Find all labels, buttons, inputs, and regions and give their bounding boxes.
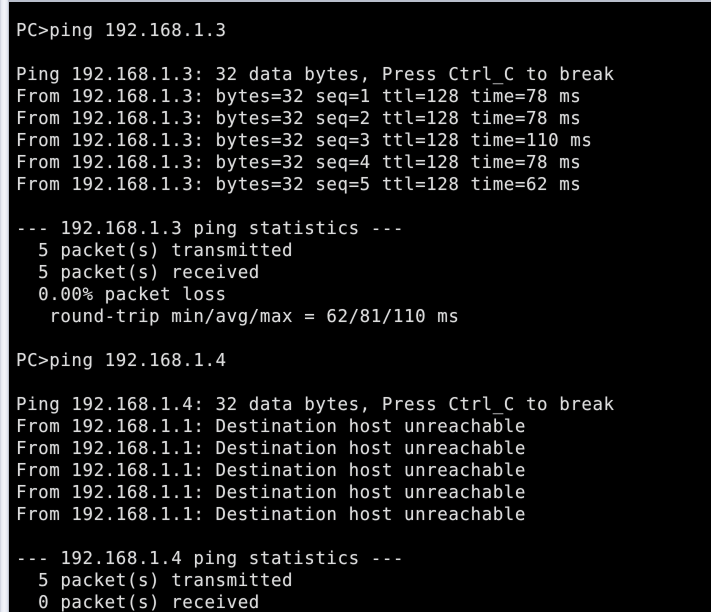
- terminal-line: 0.00% packet loss: [16, 285, 227, 305]
- terminal-line: PC>ping 192.168.1.3: [16, 21, 227, 41]
- terminal-line: From 192.168.1.1: Destination host unrea…: [16, 461, 526, 481]
- terminal-line: From 192.168.1.1: Destination host unrea…: [16, 439, 526, 459]
- terminal-line: From 192.168.1.1: Destination host unrea…: [16, 505, 526, 525]
- terminal-line: From 192.168.1.3: bytes=32 seq=1 ttl=128…: [16, 87, 582, 107]
- terminal-output[interactable]: PC>ping 192.168.1.3 Ping 192.168.1.3: 32…: [16, 20, 615, 612]
- terminal-line: From 192.168.1.3: bytes=32 seq=5 ttl=128…: [16, 175, 582, 195]
- terminal-line: 5 packet(s) received: [16, 263, 260, 283]
- terminal-line: From 192.168.1.3: bytes=32 seq=3 ttl=128…: [16, 131, 593, 151]
- terminal-line: From 192.168.1.3: bytes=32 seq=2 ttl=128…: [16, 109, 582, 129]
- terminal-line: Ping 192.168.1.3: 32 data bytes, Press C…: [16, 65, 615, 85]
- terminal-line: 0 packet(s) received: [16, 593, 260, 612]
- terminal-line: 5 packet(s) transmitted: [16, 571, 294, 591]
- terminal-line: --- 192.168.1.3 ping statistics ---: [16, 219, 405, 239]
- terminal-line: 5 packet(s) transmitted: [16, 241, 294, 261]
- terminal-line: --- 192.168.1.4 ping statistics ---: [16, 549, 405, 569]
- terminal-line: round-trip min/avg/max = 62/81/110 ms: [16, 307, 460, 327]
- terminal-window: PC>ping 192.168.1.3 Ping 192.168.1.3: 32…: [0, 0, 711, 612]
- terminal-line: PC>ping 192.168.1.4: [16, 351, 227, 371]
- terminal-line: From 192.168.1.1: Destination host unrea…: [16, 417, 526, 437]
- terminal-line: From 192.168.1.1: Destination host unrea…: [16, 483, 526, 503]
- terminal-line: From 192.168.1.3: bytes=32 seq=4 ttl=128…: [16, 153, 582, 173]
- console-surface[interactable]: PC>ping 192.168.1.3 Ping 192.168.1.3: 32…: [9, 2, 711, 612]
- terminal-line: Ping 192.168.1.4: 32 data bytes, Press C…: [16, 395, 615, 415]
- window-top-border: [9, 0, 711, 2]
- window-left-border: [0, 0, 9, 612]
